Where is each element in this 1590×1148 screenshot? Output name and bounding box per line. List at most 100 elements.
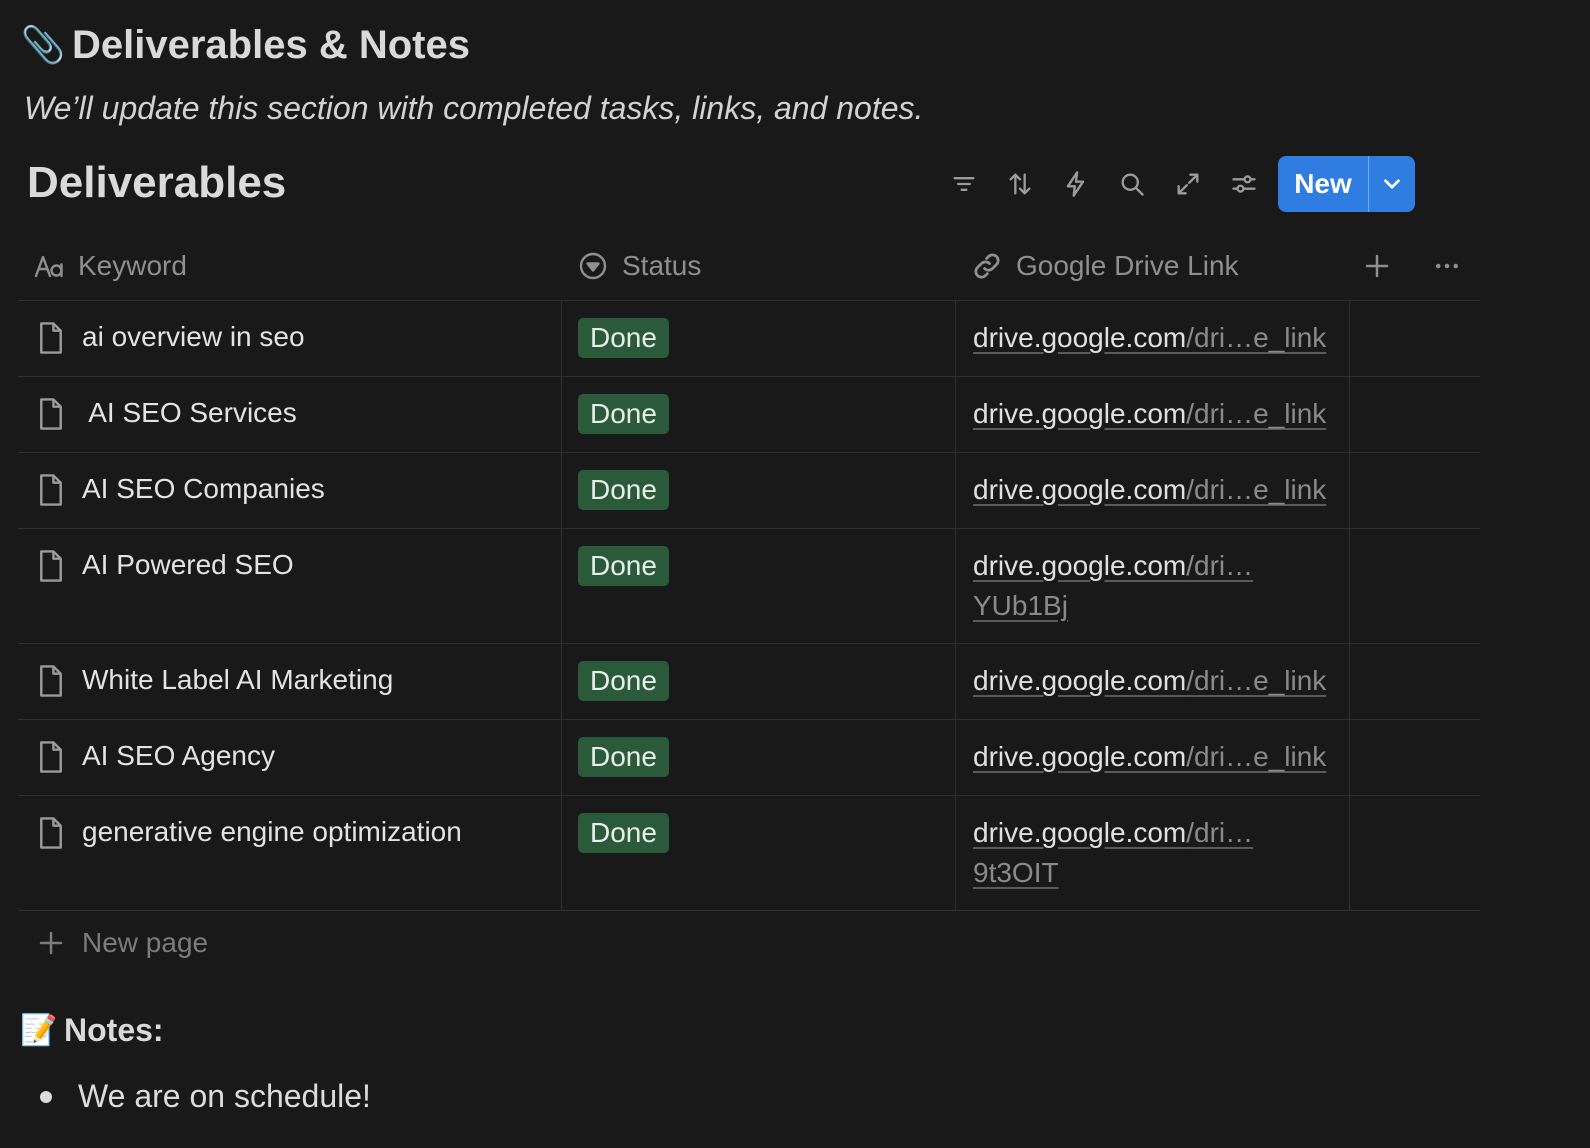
drive-link[interactable]: drive.google.com/dri…e_link xyxy=(973,474,1326,505)
empty-cell xyxy=(1350,301,1480,376)
status-badge: Done xyxy=(578,394,669,434)
status-cell[interactable]: Done xyxy=(562,720,956,795)
column-header-keyword[interactable]: Keyword xyxy=(18,232,562,300)
status-cell[interactable]: Done xyxy=(562,453,956,528)
table-row[interactable]: AI Powered SEO Done drive.google.com/dri… xyxy=(18,529,1480,644)
drive-link[interactable]: drive.google.com/dri… xyxy=(973,550,1253,581)
settings-icon[interactable] xyxy=(1216,156,1272,212)
keyword-cell[interactable]: AI Powered SEO xyxy=(18,529,562,643)
new-button-group: New xyxy=(1278,156,1415,212)
drive-link-continuation[interactable]: YUb1Bj xyxy=(973,590,1068,621)
drive-link-cell[interactable]: drive.google.com/dri… YUb1Bj xyxy=(956,529,1350,643)
new-page-label: New page xyxy=(82,927,209,958)
keyword-text: AI SEO Agency xyxy=(82,740,275,771)
page-icon xyxy=(40,741,62,773)
add-property-icon[interactable] xyxy=(1362,251,1392,281)
status-badge: Done xyxy=(578,813,669,853)
keyword-text: White Label AI Marketing xyxy=(82,664,394,695)
drive-link[interactable]: drive.google.com/dri…e_link xyxy=(973,322,1326,353)
status-badge: Done xyxy=(578,318,669,358)
drive-link-cell[interactable]: drive.google.com/dri…e_link xyxy=(956,453,1350,528)
page-icon xyxy=(40,474,62,506)
table-row[interactable]: ai overview in seo Done drive.google.com… xyxy=(18,301,1480,377)
drive-link-cell[interactable]: drive.google.com/dri…e_link xyxy=(956,644,1350,719)
status-cell[interactable]: Done xyxy=(562,796,956,910)
status-cell[interactable]: Done xyxy=(562,301,956,376)
keyword-cell[interactable]: White Label AI Marketing xyxy=(18,644,562,719)
status-icon xyxy=(579,252,607,280)
expand-icon[interactable] xyxy=(1160,156,1216,212)
drive-link-cell[interactable]: drive.google.com/dri…e_link xyxy=(956,720,1350,795)
status-badge: Done xyxy=(578,661,669,701)
memo-icon: 📝 xyxy=(20,1014,58,1047)
keyword-cell[interactable]: ai overview in seo xyxy=(18,301,562,376)
keyword-text: AI SEO Companies xyxy=(82,473,325,504)
keyword-text: ai overview in seo xyxy=(82,321,305,352)
empty-cell xyxy=(1350,453,1480,528)
status-cell[interactable]: Done xyxy=(562,644,956,719)
paperclip-icon: 📎 xyxy=(20,24,66,65)
link-icon xyxy=(974,253,1000,279)
notes-title: Notes: xyxy=(64,1012,164,1048)
chevron-down-icon xyxy=(1384,179,1400,189)
table-row[interactable]: White Label AI Marketing Done drive.goog… xyxy=(18,644,1480,720)
drive-link-cell[interactable]: drive.google.com/dri…e_link xyxy=(956,377,1350,452)
table-row[interactable]: AI SEO Agency Done drive.google.com/dri…… xyxy=(18,720,1480,796)
keyword-text: generative engine optimization xyxy=(82,816,462,847)
column-header-drive-link[interactable]: Google Drive Link xyxy=(956,232,1350,300)
search-icon[interactable] xyxy=(1104,156,1160,212)
drive-link-cell[interactable]: drive.google.com/dri… 9t3OIT xyxy=(956,796,1350,910)
bullet-icon xyxy=(40,1090,52,1103)
new-page-button[interactable]: New page xyxy=(36,918,208,968)
column-header-actions xyxy=(1350,232,1480,300)
keyword-text: AI Powered SEO xyxy=(82,549,294,580)
drive-link[interactable]: drive.google.com/dri…e_link xyxy=(973,398,1326,429)
page-icon xyxy=(40,817,62,849)
empty-cell xyxy=(1350,720,1480,795)
plus-icon xyxy=(39,931,63,955)
empty-cell xyxy=(1350,377,1480,452)
table-row[interactable]: AI SEO Companies Done drive.google.com/d… xyxy=(18,453,1480,529)
page-icon xyxy=(40,550,62,582)
more-options-icon[interactable] xyxy=(1432,251,1462,281)
page-icon xyxy=(40,398,62,430)
empty-cell xyxy=(1350,644,1480,719)
note-text: We are on schedule! xyxy=(78,1078,371,1114)
page-title: Deliverables & Notes xyxy=(72,22,470,67)
sort-icon[interactable] xyxy=(992,156,1048,212)
database-title[interactable]: Deliverables xyxy=(27,158,286,208)
page-icon xyxy=(40,665,62,697)
list-item[interactable]: We are on schedule! xyxy=(40,1078,371,1115)
drive-link-continuation[interactable]: 9t3OIT xyxy=(973,857,1059,888)
page-subtitle: We’ll update this section with completed… xyxy=(24,90,924,126)
text-type-icon xyxy=(34,255,63,278)
table-row[interactable]: AI SEO Services Done drive.google.com/dr… xyxy=(18,377,1480,453)
drive-link[interactable]: drive.google.com/dri…e_link xyxy=(973,741,1326,772)
keyword-cell[interactable]: AI SEO Companies xyxy=(18,453,562,528)
filter-icon[interactable] xyxy=(936,156,992,212)
empty-cell xyxy=(1350,529,1480,643)
keyword-text: AI SEO Services xyxy=(82,397,297,428)
table-row[interactable]: generative engine optimization Done driv… xyxy=(18,796,1480,911)
table-header: Keyword Status Google Drive Link xyxy=(18,232,1480,301)
drive-link[interactable]: drive.google.com/dri… xyxy=(973,817,1253,848)
status-cell[interactable]: Done xyxy=(562,529,956,643)
empty-cell xyxy=(1350,796,1480,910)
keyword-cell[interactable]: generative engine optimization xyxy=(18,796,562,910)
keyword-cell[interactable]: AI SEO Agency xyxy=(18,720,562,795)
automation-icon[interactable] xyxy=(1048,156,1104,212)
status-cell[interactable]: Done xyxy=(562,377,956,452)
drive-link[interactable]: drive.google.com/dri…e_link xyxy=(973,665,1326,696)
column-header-status[interactable]: Status xyxy=(562,232,956,300)
new-dropdown-button[interactable] xyxy=(1368,156,1415,212)
status-badge: Done xyxy=(578,737,669,777)
drive-link-cell[interactable]: drive.google.com/dri…e_link xyxy=(956,301,1350,376)
database-toolbar: New xyxy=(936,156,1415,212)
new-button[interactable]: New xyxy=(1278,156,1368,212)
page-icon xyxy=(40,322,62,354)
keyword-cell[interactable]: AI SEO Services xyxy=(18,377,562,452)
notes-heading: 📝 Notes: xyxy=(20,1012,164,1049)
status-badge: Done xyxy=(578,470,669,510)
status-badge: Done xyxy=(578,546,669,586)
page-heading: 📎 Deliverables & Notes xyxy=(20,18,470,72)
